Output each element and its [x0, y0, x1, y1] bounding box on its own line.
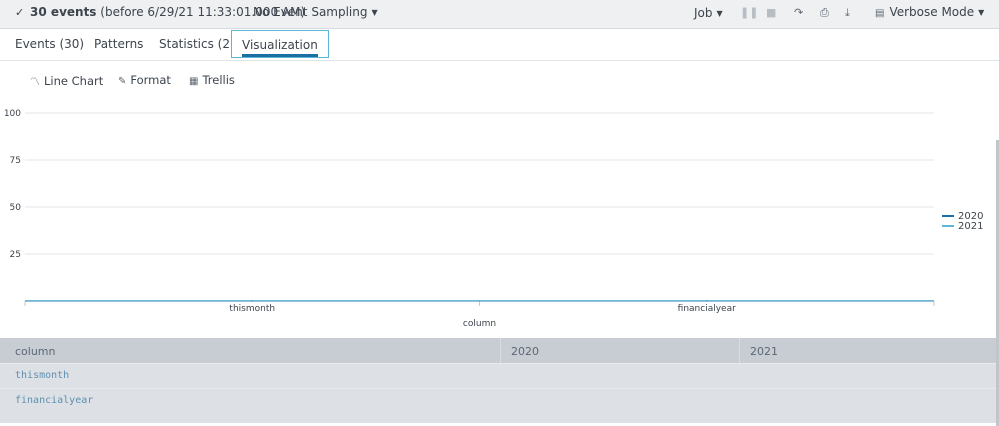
data-point-2021: [251, 299, 254, 302]
tab-visualization-label: Visualization: [242, 38, 318, 52]
column-header-column[interactable]: column: [15, 345, 56, 358]
active-tab-indicator: [242, 54, 318, 57]
search-mode-label: Verbose Mode: [889, 5, 975, 19]
event-sampling-dropdown[interactable]: No Event Sampling ▼: [253, 5, 378, 19]
job-status-bar: ✓ 30 events (before 6/29/21 11:33:01.000…: [0, 0, 999, 29]
column-divider: [739, 338, 740, 363]
chart-type-button[interactable]: 〽 Line Chart: [30, 73, 103, 88]
tab-patterns[interactable]: Patterns: [94, 37, 143, 51]
legend-swatch: [942, 215, 954, 217]
caret-down-icon: ▼: [716, 9, 723, 18]
caret-down-icon: ▼: [371, 8, 378, 17]
table-cell-column[interactable]: financialyear: [15, 395, 93, 406]
pause-icon[interactable]: ❚❚: [740, 6, 758, 19]
tab-visualization[interactable]: Visualization: [231, 30, 329, 58]
check-icon: ✓: [15, 6, 25, 19]
chart-type-label: Line Chart: [44, 74, 104, 88]
table-cell-column[interactable]: thismonth: [15, 370, 69, 381]
pencil-icon: ✎: [118, 76, 127, 87]
visualization-toolbar: 〽 Line Chart ✎ Format ▦ Trellis: [0, 70, 999, 90]
event-sampling-label: No Event Sampling: [253, 5, 368, 19]
line-chart: 25 50 75 100 thismonth financialyear column: [4, 109, 935, 329]
job-menu-button[interactable]: Job ▼: [694, 6, 723, 20]
caret-down-icon: ▼: [978, 8, 985, 17]
tab-statistics[interactable]: Statistics (2): [159, 37, 235, 51]
export-icon[interactable]: ⤓: [845, 6, 850, 20]
trellis-label: Trellis: [202, 73, 235, 87]
share-icon[interactable]: ↷: [794, 6, 803, 19]
results-tabs: Events (30) Patterns Statistics (2) Visu…: [0, 29, 999, 61]
table-row: thismonth: [0, 363, 996, 388]
table-header: column 2020 2021: [0, 338, 996, 363]
column-header-2020[interactable]: 2020: [511, 345, 539, 358]
chart-legend: 2020 2021: [942, 212, 983, 232]
event-count: 30 events: [30, 5, 97, 19]
x-tick-label: thismonth: [229, 304, 275, 314]
y-tick-label: 75: [10, 156, 21, 166]
print-icon[interactable]: ⎙: [820, 6, 829, 20]
line-chart-icon: 〽: [30, 77, 40, 88]
x-tick-label: financialyear: [678, 304, 736, 314]
table-footer: [0, 413, 996, 423]
results-table: column 2020 2021 thismonth financialyear: [0, 338, 996, 423]
stop-icon[interactable]: ■: [766, 6, 776, 19]
search-mode-dropdown[interactable]: ▤ Verbose Mode ▼: [875, 5, 984, 19]
format-button[interactable]: ✎ Format: [118, 73, 171, 87]
column-header-2021[interactable]: 2021: [750, 345, 778, 358]
y-tick-label: 25: [10, 250, 21, 260]
table-row: financialyear: [0, 388, 996, 413]
tab-events[interactable]: Events (30): [15, 37, 84, 51]
legend-label: 2021: [958, 221, 984, 232]
trellis-button[interactable]: ▦ Trellis: [189, 73, 235, 87]
legend-item-2021[interactable]: 2021: [942, 222, 983, 232]
y-tick-label: 100: [4, 109, 21, 119]
y-tick-label: 50: [10, 203, 22, 213]
column-divider: [500, 338, 501, 363]
legend-swatch: [942, 225, 954, 227]
mode-icon: ▤: [875, 8, 885, 19]
job-menu-label: Job: [694, 6, 713, 20]
data-point-2021: [705, 299, 708, 302]
format-label: Format: [130, 73, 171, 87]
grid-icon: ▦: [189, 76, 199, 87]
x-axis-title: column: [463, 319, 496, 329]
